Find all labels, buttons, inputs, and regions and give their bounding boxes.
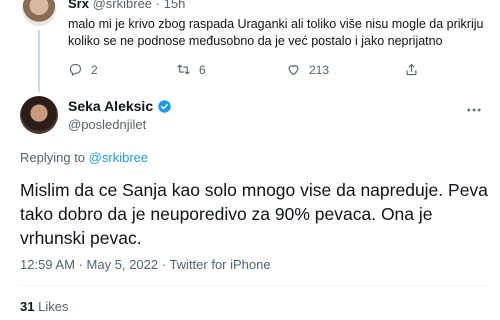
divider — [20, 285, 490, 286]
likes-count: 31 — [20, 299, 35, 314]
tweet-meta: 12:59 AM · May 5, 2022 · Twitter for iPh… — [20, 257, 271, 272]
author-handle[interactable]: @poslednjilet — [68, 117, 146, 132]
author-name[interactable]: Seka Aleksic — [68, 98, 153, 114]
avatar[interactable] — [20, 96, 58, 134]
replying-to-label: Replying to — [20, 150, 86, 165]
parent-tweet-header: Srx @srkibree · 15h — [68, 0, 185, 11]
author-handle[interactable]: @srkibree — [93, 0, 152, 11]
retweet-count: 6 — [199, 62, 206, 77]
tweet-text: Mislim da ce Sanja kao solo mnogo vise d… — [20, 180, 488, 248]
author-name[interactable]: Srx — [68, 0, 89, 11]
parent-tweet[interactable]: Srx @srkibree · 15h malo mi je krivo zbo… — [0, 0, 500, 92]
share-icon — [406, 63, 417, 76]
replying-to: Replying to @srkibree — [20, 150, 148, 165]
like-button[interactable]: 213 — [286, 62, 329, 77]
separator-dot: · — [155, 0, 160, 11]
parent-tweet-text: malo mi je krivo zbog raspada Uraganki a… — [68, 17, 484, 48]
heart-icon — [288, 65, 299, 76]
tweet-date[interactable]: May 5, 2022 — [87, 257, 159, 272]
separator-dot: · — [78, 257, 83, 272]
tweet-client[interactable]: Twitter for iPhone — [169, 257, 270, 272]
reply-button[interactable]: 2 — [68, 62, 98, 77]
share-button[interactable] — [404, 62, 419, 77]
likes-label: Likes — [38, 299, 69, 314]
separator-dot: · — [161, 257, 167, 272]
like-count: 213 — [309, 62, 330, 77]
tweet-actions: 2 6 213 — [68, 62, 428, 78]
author-name-row[interactable]: Seka Aleksic — [68, 98, 172, 114]
avatar[interactable] — [22, 0, 56, 26]
more-options-icon[interactable] — [465, 101, 483, 119]
tweet-time[interactable]: 15h — [164, 0, 186, 11]
tweet-time[interactable]: 12:59 AM — [20, 257, 75, 272]
reply-icon — [69, 63, 82, 76]
retweet-icon — [177, 64, 190, 75]
verified-badge-icon — [158, 99, 171, 113]
thread-line — [38, 30, 40, 92]
replying-to-link[interactable]: @srkibree — [89, 150, 148, 165]
likes-stat[interactable]: 31 Likes — [20, 299, 68, 314]
reply-count: 2 — [91, 62, 98, 77]
retweet-button[interactable]: 6 — [176, 62, 206, 77]
